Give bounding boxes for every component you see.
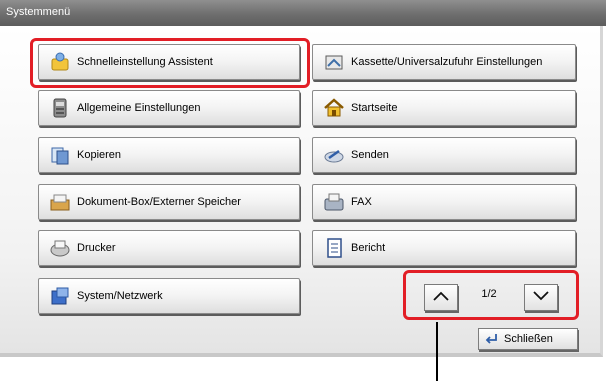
menu-label: Drucker: [77, 242, 116, 254]
menu-button-home[interactable]: Startseite: [312, 90, 576, 126]
menu-label: System/Netzwerk: [77, 290, 163, 302]
fax-icon: [323, 191, 345, 213]
report-icon: [323, 237, 345, 259]
menu-button-general-settings[interactable]: Allgemeine Einstellungen: [38, 90, 300, 126]
menu-button-copy[interactable]: Kopieren: [38, 137, 300, 173]
close-label: Schließen: [504, 333, 553, 345]
menu-label: Allgemeine Einstellungen: [77, 102, 201, 114]
page-up-button[interactable]: [424, 284, 458, 311]
menu-label: FAX: [351, 196, 372, 208]
page-indicator: 1/2: [481, 288, 497, 300]
chevron-down-icon: [532, 289, 550, 307]
menu-button-report[interactable]: Bericht: [312, 230, 576, 266]
page-down-button[interactable]: [524, 284, 558, 311]
system-network-icon: [49, 285, 71, 307]
home-icon: [323, 97, 345, 119]
menu-button-send[interactable]: Senden: [312, 137, 576, 173]
callout-pointer-line: [436, 322, 438, 381]
menu-label: Startseite: [351, 102, 398, 114]
printer-icon: [49, 237, 71, 259]
menu-button-system-network[interactable]: System/Netzwerk: [38, 278, 300, 314]
menu-button-cassette-settings[interactable]: Kassette/Universalzufuhr Einstellungen: [312, 44, 576, 80]
menu-button-document-box[interactable]: Dokument-Box/Externer Speicher: [38, 184, 300, 220]
window-title: Systemmenü: [6, 6, 71, 18]
copy-icon: [49, 144, 71, 166]
menu-label: Senden: [351, 149, 389, 161]
send-icon: [323, 144, 345, 166]
return-icon: [485, 332, 499, 346]
wizard-highlight-frame: [30, 38, 310, 88]
device-icon: [49, 97, 71, 119]
menu-label: Kassette/Universalzufuhr Einstellungen: [351, 56, 543, 68]
menu-label: Dokument-Box/Externer Speicher: [77, 196, 241, 208]
cassette-icon: [323, 51, 345, 73]
menu-button-printer[interactable]: Drucker: [38, 230, 300, 266]
document-box-icon: [49, 191, 71, 213]
menu-button-fax[interactable]: FAX: [312, 184, 576, 220]
chevron-up-icon: [432, 289, 450, 307]
close-button[interactable]: Schließen: [478, 328, 578, 350]
title-bar: Systemmenü: [0, 0, 606, 26]
menu-label: Bericht: [351, 242, 386, 254]
menu-label: Kopieren: [77, 149, 122, 161]
